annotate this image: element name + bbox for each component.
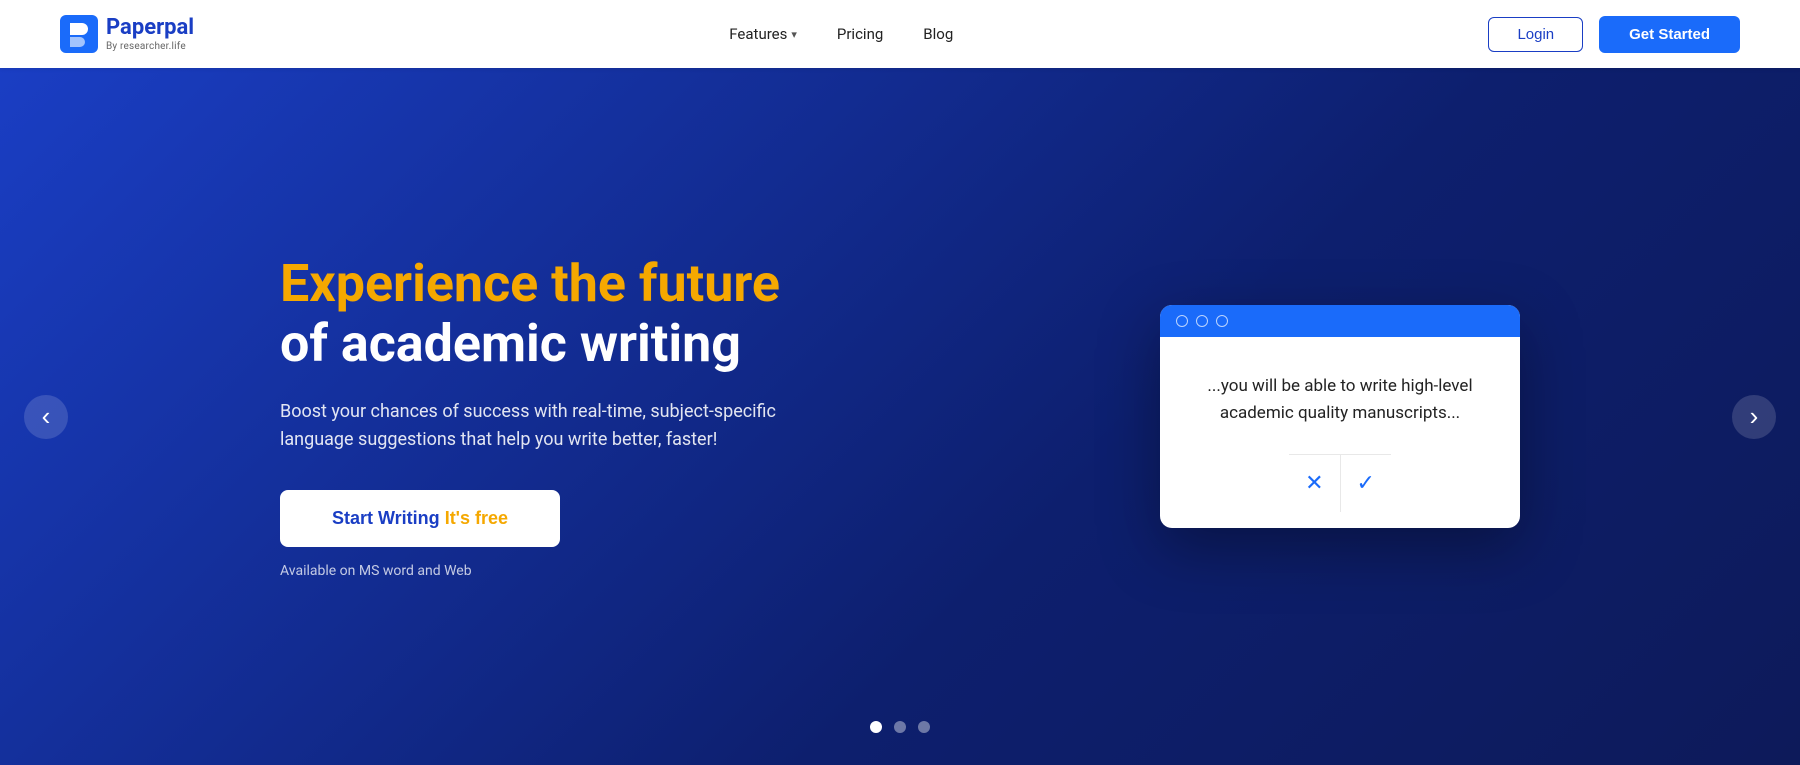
cta-bold: Start Writing — [332, 508, 440, 528]
carousel-next-button[interactable]: › — [1732, 395, 1776, 439]
browser-actions: ✕ ✓ — [1289, 454, 1391, 512]
arrow-right-icon: › — [1750, 401, 1759, 432]
hero-title-white: of academic writing — [280, 313, 741, 374]
nav-features[interactable]: Features ▾ — [729, 25, 797, 43]
hero-section: ‹ Experience the future of academic writ… — [0, 68, 1800, 765]
hero-title-highlight: Experience the future — [280, 253, 780, 314]
chevron-down-icon: ▾ — [791, 28, 797, 41]
logo-text: Paperpal By researcher.life — [106, 16, 194, 51]
accept-icon: ✓ — [1357, 471, 1375, 496]
browser-dot-2 — [1196, 315, 1208, 327]
carousel-dot-3[interactable] — [918, 721, 930, 733]
browser-suggestion-text: ...you will be able to write high-level … — [1192, 373, 1488, 426]
logo-subtitle: By researcher.life — [106, 41, 194, 52]
logo-name: Paperpal — [106, 16, 194, 40]
hero-inner: Experience the future of academic writin… — [200, 254, 1600, 578]
start-writing-button[interactable]: Start Writing It's free — [280, 490, 560, 547]
accept-action[interactable]: ✓ — [1341, 455, 1391, 512]
available-text: Available on MS word and Web — [280, 563, 840, 579]
login-button[interactable]: Login — [1488, 17, 1583, 52]
carousel-prev-button[interactable]: ‹ — [24, 395, 68, 439]
paperpal-logo-icon — [60, 15, 98, 53]
logo[interactable]: Paperpal By researcher.life — [60, 15, 194, 53]
carousel-dot-1[interactable] — [870, 721, 882, 733]
cta-free: It's free — [445, 508, 508, 528]
hero-left: Experience the future of academic writin… — [280, 254, 840, 578]
browser-dot-3 — [1216, 315, 1228, 327]
nav-pricing[interactable]: Pricing — [837, 25, 883, 43]
carousel-dots — [870, 721, 930, 733]
hero-title: Experience the future of academic writin… — [280, 254, 840, 374]
nav-links: Features ▾ Pricing Blog — [729, 25, 953, 43]
navbar: Paperpal By researcher.life Features ▾ P… — [0, 0, 1800, 68]
carousel-dot-2[interactable] — [894, 721, 906, 733]
hero-description: Boost your chances of success with real-… — [280, 398, 840, 454]
browser-title-bar — [1160, 305, 1520, 337]
nav-actions: Login Get Started — [1488, 16, 1740, 53]
browser-mockup: ...you will be able to write high-level … — [1160, 305, 1520, 528]
browser-dot-1 — [1176, 315, 1188, 327]
browser-content: ...you will be able to write high-level … — [1160, 337, 1520, 528]
hero-right: ...you will be able to write high-level … — [1160, 305, 1520, 528]
reject-icon: ✕ — [1305, 471, 1323, 496]
reject-action[interactable]: ✕ — [1289, 455, 1340, 512]
get-started-button[interactable]: Get Started — [1599, 16, 1740, 53]
arrow-left-icon: ‹ — [42, 401, 51, 432]
nav-blog[interactable]: Blog — [923, 25, 953, 43]
